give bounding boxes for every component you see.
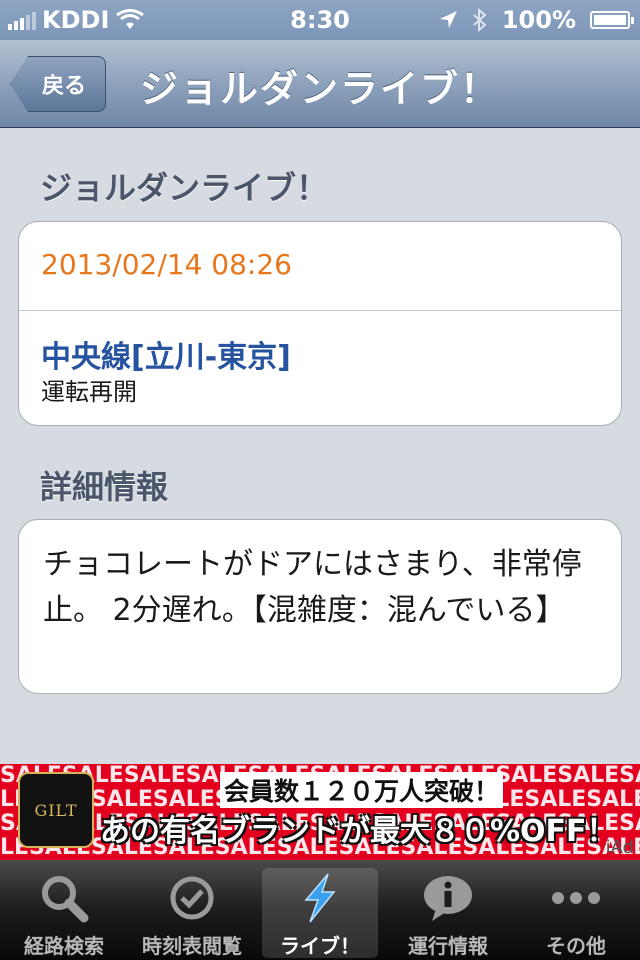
back-button[interactable]: 戻る: [10, 56, 106, 112]
tab-timetable[interactable]: 時刻表閲覧: [128, 860, 256, 960]
iad-label: iAd: [605, 837, 634, 858]
battery-percent: 100%: [501, 6, 576, 34]
ad-banner[interactable]: SALESALESALESALESALESALESALESALESALESALE…: [0, 764, 640, 860]
tab-label: 運行情報: [408, 934, 488, 958]
bluetooth-icon: [473, 8, 487, 32]
clock-check-icon: [162, 868, 222, 928]
detail-text: チョコレートがドアにはさまり、非常停止。 2分遅れ。【混雑度：混んでいる】: [43, 547, 582, 628]
tab-bar: 経路検索 時刻表閲覧 ライブ！ 運行情報 その他: [0, 860, 640, 960]
lightning-icon: [290, 868, 350, 928]
line-status: 運転再開: [41, 378, 137, 406]
more-dots-icon: [546, 868, 606, 928]
tab-other[interactable]: その他: [512, 860, 640, 960]
status-bar: KDDI 8:30 100%: [0, 0, 640, 40]
detail-card: チョコレートがドアにはさまり、非常停止。 2分遅れ。【混雑度：混んでいる】: [18, 519, 622, 694]
ad-headline: 会員数１２０万人突破！: [220, 772, 504, 808]
report-datetime: 2013/02/14 08:26: [41, 248, 292, 281]
tab-label: 時刻表閲覧: [142, 934, 242, 958]
tab-label: その他: [546, 934, 606, 958]
ad-subheadline: あの有名ブランドが最大８０%OFF！: [100, 814, 617, 849]
section-title-detail: 詳細情報: [40, 468, 169, 506]
line-name-link[interactable]: 中央線[立川-東京]: [41, 332, 291, 376]
gilt-logo: GILT: [18, 772, 94, 848]
tab-live[interactable]: ライブ！: [256, 860, 384, 960]
location-arrow-icon: [439, 11, 457, 28]
battery-icon: [590, 11, 634, 29]
live-report-card[interactable]: 2013/02/14 08:26 中央線[立川-東京] 運転再開: [18, 221, 622, 426]
card-divider: [19, 310, 621, 311]
navigation-bar: 戻る ジョルダンライブ！: [0, 40, 640, 128]
section-title-live: ジョルダンライブ！: [40, 169, 329, 207]
page-title: ジョルダンライブ！: [140, 67, 501, 111]
tab-label: ライブ！: [280, 934, 360, 958]
info-bubble-icon: [418, 868, 478, 928]
tab-route-search[interactable]: 経路検索: [0, 860, 128, 960]
tab-label: 経路検索: [24, 934, 104, 958]
tab-operation-info[interactable]: 運行情報: [384, 860, 512, 960]
magnifier-icon: [34, 868, 94, 928]
main-content[interactable]: ジョルダンライブ！ 2013/02/14 08:26 中央線[立川-東京] 運転…: [0, 129, 640, 764]
